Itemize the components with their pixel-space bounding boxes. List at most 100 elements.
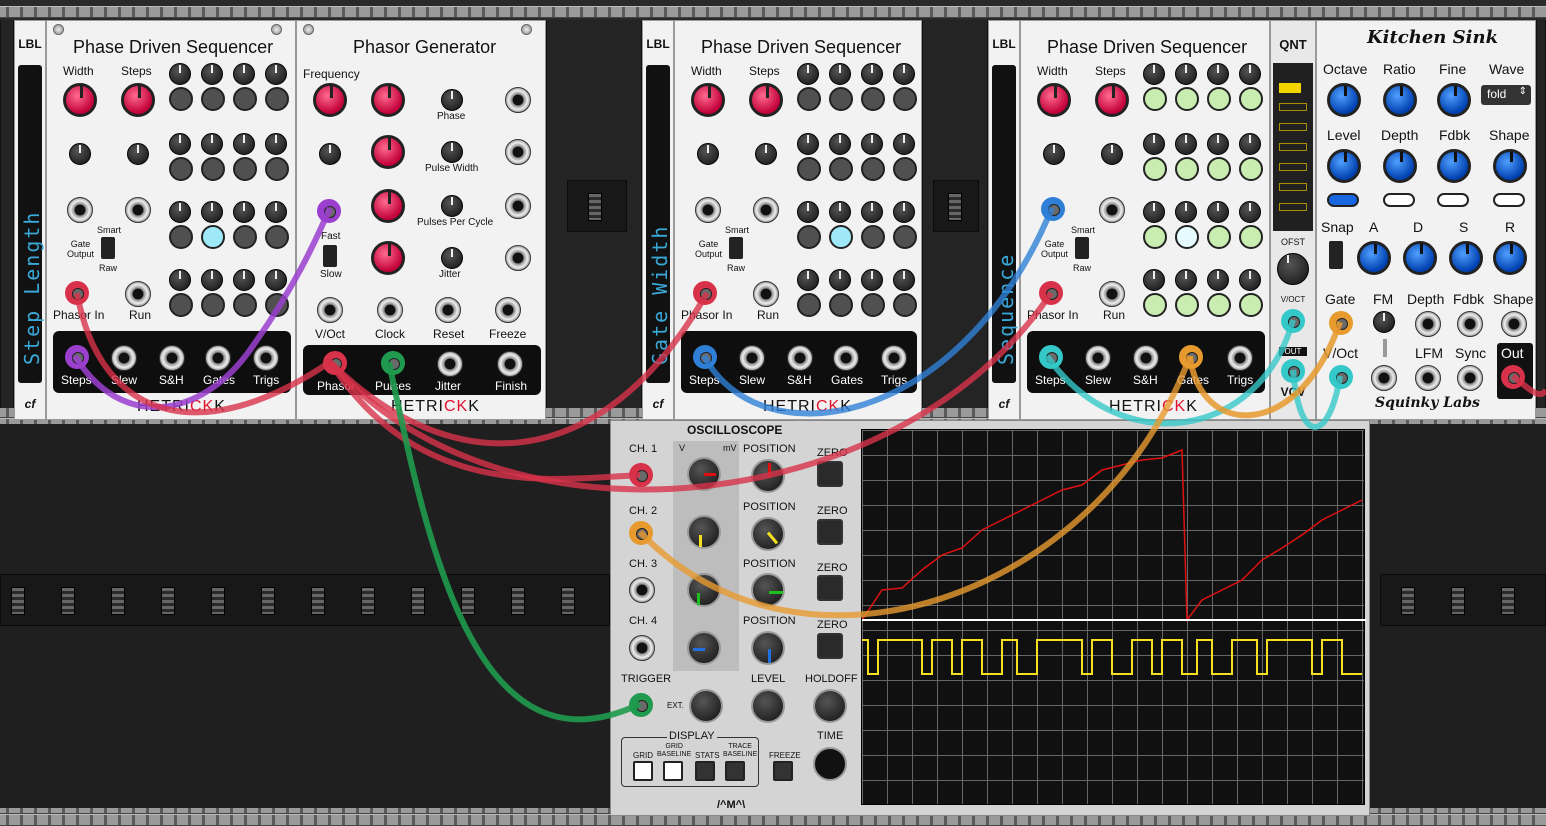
step-knob[interactable] [1175,201,1197,223]
steps-cv-attenuator[interactable] [755,143,777,165]
steps-cv-input[interactable] [125,197,151,223]
step-button[interactable] [1239,225,1263,249]
step-button[interactable] [201,157,225,181]
key[interactable] [1279,103,1307,111]
fine-knob[interactable] [1437,83,1471,117]
ch2-zero-button[interactable] [817,519,843,545]
step-knob[interactable] [829,269,851,291]
step-knob[interactable] [797,269,819,291]
freeze-input[interactable] [495,297,521,323]
step-knob[interactable] [861,201,883,223]
voct-cv-port[interactable] [317,199,341,223]
depth-knob[interactable] [1383,149,1417,183]
ch2-position-knob[interactable] [751,517,785,551]
step-knob[interactable] [265,133,287,155]
step-button[interactable] [1175,87,1199,111]
ch4-position-knob[interactable] [751,631,785,665]
fm-cv-input[interactable] [1371,365,1397,391]
depth-toggle[interactable] [1383,193,1415,207]
key[interactable] [1279,203,1307,211]
width-cv-port[interactable] [1041,197,1065,221]
step-knob[interactable] [169,133,191,155]
sh-output[interactable] [159,345,185,371]
step-button[interactable] [233,293,257,317]
out-output[interactable] [1281,359,1305,383]
stats-toggle[interactable] [695,761,715,781]
step-button[interactable] [265,157,289,181]
step-knob[interactable] [861,269,883,291]
octave-knob[interactable] [1327,83,1361,117]
key[interactable] [1279,143,1307,151]
step-button[interactable] [1207,225,1231,249]
step-button[interactable] [169,157,193,181]
step-knob[interactable] [201,269,223,291]
fdbk-cv-input[interactable] [1457,311,1483,337]
pulse-width-knob[interactable] [371,135,405,169]
phasor-in-port[interactable] [1039,281,1063,305]
width-knob[interactable] [63,83,97,117]
key[interactable] [1279,123,1307,131]
step-knob[interactable] [1143,63,1165,85]
step-knob[interactable] [829,201,851,223]
key[interactable] [1279,183,1307,191]
shape-knob[interactable] [1493,149,1527,183]
step-button[interactable] [893,87,917,111]
jitter-cv-attenuator[interactable] [441,247,463,269]
step-knob[interactable] [1207,269,1229,291]
step-button[interactable] [1239,293,1263,317]
gate-output-switch[interactable] [729,237,743,259]
step-knob[interactable] [1143,201,1165,223]
sh-output[interactable] [787,345,813,371]
phasor-output[interactable] [323,351,347,375]
fdbk-knob[interactable] [1437,149,1471,183]
width-cv-input[interactable] [695,197,721,223]
steps-cv-attenuator[interactable] [1101,143,1123,165]
step-button[interactable] [265,225,289,249]
steps-knob[interactable] [1095,83,1129,117]
step-knob[interactable] [169,63,191,85]
step-button[interactable] [861,87,885,111]
sync-input[interactable] [1457,365,1483,391]
step-button[interactable] [265,87,289,111]
phasor-in-port[interactable] [693,281,717,305]
step-button[interactable] [861,157,885,181]
step-knob[interactable] [265,269,287,291]
step-knob[interactable] [1207,133,1229,155]
step-button[interactable] [1207,157,1231,181]
step-knob[interactable] [1239,201,1261,223]
pulse-width-cv-input[interactable] [505,139,531,165]
steps-cv-input[interactable] [753,197,779,223]
trigger-source-knob[interactable] [689,689,723,723]
step-button[interactable] [797,87,821,111]
gate-input[interactable] [1329,311,1353,335]
steps-knob[interactable] [121,83,155,117]
jitter-knob[interactable] [371,241,405,275]
ch4-scale-knob[interactable] [687,631,721,665]
quantizer-keyboard[interactable] [1273,63,1313,231]
step-knob[interactable] [1207,63,1229,85]
release-knob[interactable] [1493,241,1527,275]
step-button-active[interactable] [201,225,225,249]
steps-cv-attenuator[interactable] [127,143,149,165]
step-knob[interactable] [1239,63,1261,85]
run-input[interactable] [125,281,151,307]
step-knob[interactable] [201,201,223,223]
step-button[interactable] [893,293,917,317]
attack-knob[interactable] [1357,241,1391,275]
speed-switch[interactable] [323,245,337,267]
ch4-zero-button[interactable] [817,633,843,659]
phase-knob[interactable] [371,83,405,117]
wave-select[interactable]: fold ⇕ [1481,85,1531,105]
voct-input[interactable] [1281,309,1305,333]
voct-input[interactable] [317,297,343,323]
step-button[interactable] [1143,225,1167,249]
slew-output[interactable] [739,345,765,371]
time-knob[interactable] [813,747,847,781]
gate-output-switch[interactable] [101,237,115,259]
step-button[interactable] [1207,293,1231,317]
step-button[interactable] [169,293,193,317]
out-output[interactable] [1501,365,1525,389]
step-button[interactable] [1239,87,1263,111]
steps-output[interactable] [1039,345,1063,369]
voct-input[interactable] [1329,365,1353,389]
